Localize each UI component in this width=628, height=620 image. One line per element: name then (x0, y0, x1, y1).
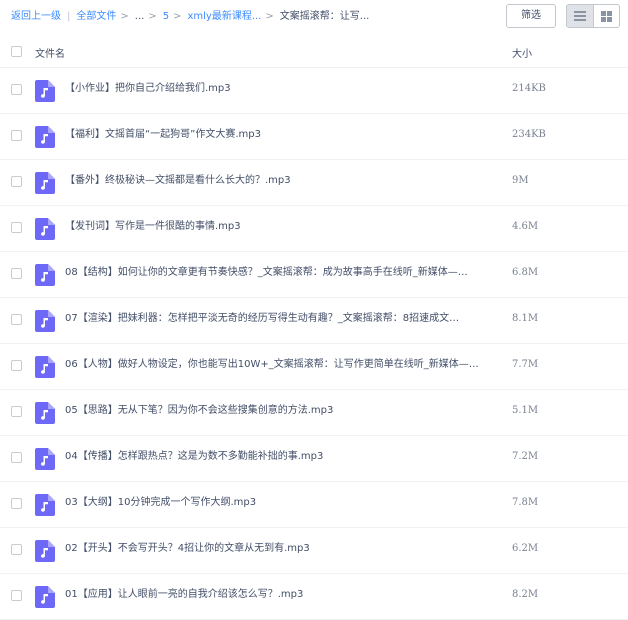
column-header-size[interactable]: 大小 (512, 45, 532, 60)
music-file-icon (35, 126, 55, 148)
row-checkbox[interactable] (11, 314, 22, 325)
music-file-icon (35, 356, 55, 378)
file-row[interactable]: 07【渲染】把妹利器：怎样把平淡无奇的经历写得生动有趣？_文案摇滚帮：8招速成文… (0, 298, 628, 344)
file-name[interactable]: 【发刊词】写作是一件很酷的事情.mp3 (65, 220, 495, 234)
music-file-icon (35, 172, 55, 194)
file-row[interactable]: 【小作业】把你自己介绍给我们.mp3 214KB (0, 68, 628, 114)
file-row[interactable]: 03【大纲】10分钟完成一个写作大纲.mp3 7.8M (0, 482, 628, 528)
table-header: 文件名 大小 (0, 34, 628, 68)
file-size: 214KB (512, 83, 546, 94)
music-file-icon (35, 494, 55, 516)
row-checkbox[interactable] (11, 268, 22, 279)
row-checkbox[interactable] (11, 406, 22, 417)
file-row[interactable]: 05【思路】无从下笔？因为你不会这些搜集创意的方法.mp3 5.1M (0, 390, 628, 436)
file-name[interactable]: 【番外】终极秘诀—文摇都是看什么长大的？.mp3 (65, 174, 495, 188)
file-name[interactable]: 【小作业】把你自己介绍给我们.mp3 (65, 82, 495, 96)
view-toggle (566, 4, 620, 28)
file-name[interactable]: 07【渲染】把妹利器：怎样把平淡无奇的经历写得生动有趣？_文案摇滚帮：8招速成文… (65, 312, 495, 326)
file-size: 234KB (512, 129, 546, 140)
music-file-icon (35, 310, 55, 332)
crumb-5[interactable]: 5 (163, 11, 169, 22)
row-checkbox[interactable] (11, 84, 22, 95)
crumb-current: 文案摇滚帮：让写... (279, 11, 370, 22)
crumb-course[interactable]: xmly最新课程... (187, 11, 261, 22)
row-checkbox[interactable] (11, 222, 22, 233)
toolbar: 返回上一级 | 全部文件 >... >5 > xmly最新课程... > 文案摇滚帮：让写...… (0, 0, 628, 34)
file-name[interactable]: 06【人物】做好人物设定，你也能写出10W+_文案摇滚帮：让写作更简单在线听_新… (65, 358, 495, 372)
row-checkbox[interactable] (11, 176, 22, 187)
row-checkbox[interactable] (11, 544, 22, 555)
back-link[interactable]: 返回上一级 (11, 11, 61, 22)
file-size: 7.7M (512, 359, 539, 370)
crumb-arrow-icon: > (265, 11, 274, 22)
file-name[interactable]: 【福利】文摇首届“一起狗哥”作文大赛.mp3 (65, 128, 495, 142)
file-row[interactable]: 【福利】文摇首届“一起狗哥”作文大赛.mp3 234KB (0, 114, 628, 160)
row-checkbox[interactable] (11, 360, 22, 371)
music-file-icon (35, 402, 55, 424)
filter-button[interactable]: 筛选 (506, 4, 556, 28)
row-checkbox[interactable] (11, 498, 22, 509)
music-file-icon (35, 264, 55, 286)
file-size: 7.8M (512, 497, 539, 508)
file-name[interactable]: 08【结构】如何让你的文章更有节奏快感？_文案摇滚帮：成为故事高手在线听_新媒体… (65, 266, 495, 280)
row-checkbox[interactable] (11, 130, 22, 141)
select-all-checkbox[interactable] (11, 46, 22, 57)
file-size: 6.2M (512, 543, 539, 554)
file-name[interactable]: 01【应用】让人眼前一亮的自我介绍该怎么写？.mp3 (65, 588, 495, 602)
crumb-arrow-icon: > (120, 11, 129, 22)
file-size: 7.2M (512, 451, 539, 462)
music-file-icon (35, 448, 55, 470)
crumb-separator: | (67, 11, 71, 22)
file-row[interactable]: 01【应用】让人眼前一亮的自我介绍该怎么写？.mp3 8.2M (0, 574, 628, 620)
file-row[interactable]: 【番外】终极秘诀—文摇都是看什么长大的？.mp3 9M (0, 160, 628, 206)
file-size: 5.1M (512, 405, 539, 416)
music-file-icon (35, 218, 55, 240)
file-size: 6.8M (512, 267, 539, 278)
crumb-arrow-icon: > (173, 11, 182, 22)
file-row[interactable]: 【发刊词】写作是一件很酷的事情.mp3 4.6M (0, 206, 628, 252)
file-size: 9M (512, 175, 529, 186)
crumb-ellipsis[interactable]: ... (135, 11, 145, 22)
file-size: 8.2M (512, 589, 539, 600)
grid-view-icon[interactable] (594, 5, 620, 27)
file-row[interactable]: 04【传播】怎样跟热点？这是为数不多勤能补拙的事.mp3 7.2M (0, 436, 628, 482)
file-name[interactable]: 03【大纲】10分钟完成一个写作大纲.mp3 (65, 496, 495, 510)
crumb-all-files[interactable]: 全部文件 (76, 11, 116, 22)
file-row[interactable]: 08【结构】如何让你的文章更有节奏快感？_文案摇滚帮：成为故事高手在线听_新媒体… (0, 252, 628, 298)
column-header-name[interactable]: 文件名 (35, 45, 65, 60)
row-checkbox[interactable] (11, 452, 22, 463)
list-view-icon[interactable] (567, 5, 594, 27)
file-list: 【小作业】把你自己介绍给我们.mp3 214KB 【福利】文摇首届“一起狗哥”作… (0, 68, 628, 620)
file-size: 8.1M (512, 313, 539, 324)
file-size: 4.6M (512, 221, 539, 232)
breadcrumb: 返回上一级 | 全部文件 >... >5 > xmly最新课程... > 文案摇滚帮：让写... (11, 10, 369, 24)
file-name[interactable]: 05【思路】无从下笔？因为你不会这些搜集创意的方法.mp3 (65, 404, 495, 418)
crumb-arrow-icon: > (148, 11, 157, 22)
file-row[interactable]: 02【开头】不会写开头？4招让你的文章从无到有.mp3 6.2M (0, 528, 628, 574)
music-file-icon (35, 586, 55, 608)
file-row[interactable]: 06【人物】做好人物设定，你也能写出10W+_文案摇滚帮：让写作更简单在线听_新… (0, 344, 628, 390)
file-name[interactable]: 02【开头】不会写开头？4招让你的文章从无到有.mp3 (65, 542, 495, 556)
music-file-icon (35, 540, 55, 562)
music-file-icon (35, 80, 55, 102)
file-name[interactable]: 04【传播】怎样跟热点？这是为数不多勤能补拙的事.mp3 (65, 450, 495, 464)
row-checkbox[interactable] (11, 590, 22, 601)
